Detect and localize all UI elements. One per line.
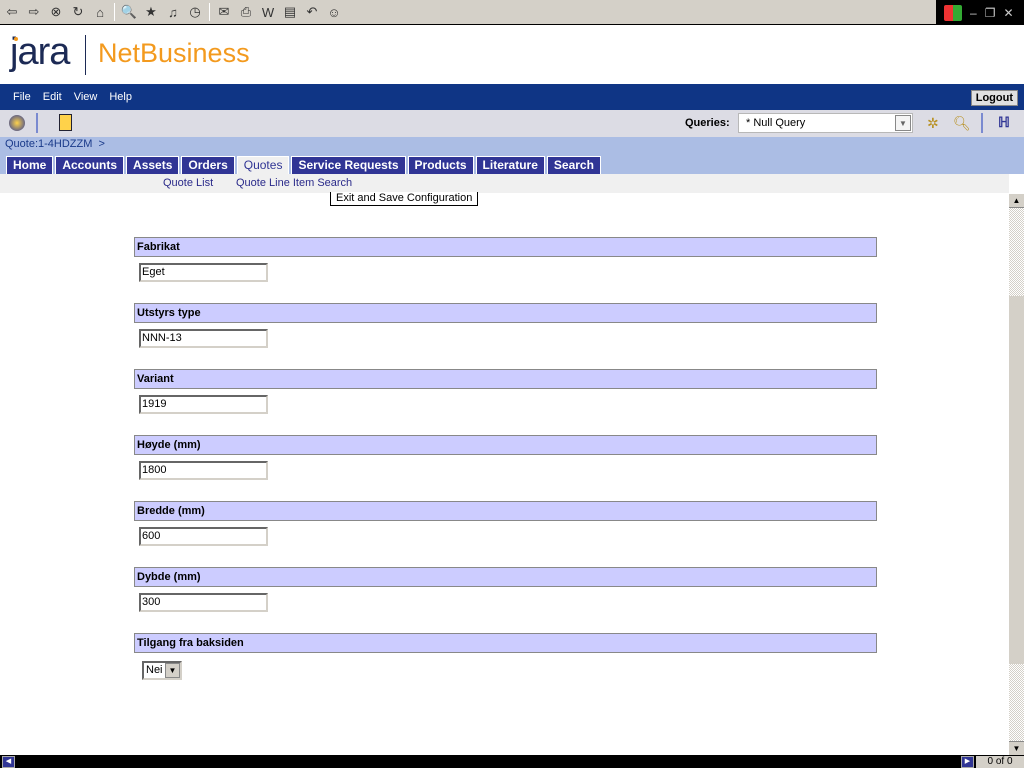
- bottom-bar: [0, 755, 1024, 768]
- messenger-icon[interactable]: ☺: [326, 4, 342, 20]
- menu-edit[interactable]: Edit: [43, 91, 62, 103]
- tab-assets[interactable]: Assets: [126, 156, 180, 174]
- close-icon[interactable]: ✕: [1003, 6, 1013, 20]
- globe-icon[interactable]: [9, 115, 25, 131]
- product-name: NetBusiness: [98, 38, 250, 68]
- next-icon[interactable]: ▶: [961, 756, 974, 768]
- vertical-scrollbar[interactable]: ▲ ▼: [1009, 194, 1024, 755]
- favorites-icon[interactable]: ★: [143, 4, 159, 20]
- sub-navigation: [0, 174, 1009, 193]
- tab-quotes[interactable]: Quotes: [236, 156, 290, 174]
- queries-select[interactable]: * Null Query ▼: [738, 113, 913, 133]
- field-input[interactable]: 1919: [139, 395, 268, 414]
- binoculars-icon[interactable]: ℍ: [998, 114, 1010, 131]
- tab-service-requests[interactable]: Service Requests: [291, 156, 406, 174]
- window-controls: – ❐ ✕: [936, 0, 1024, 25]
- tab-products[interactable]: Products: [407, 156, 474, 174]
- section-header: Dybde (mm): [134, 567, 877, 587]
- queries-selected: * Null Query: [746, 117, 806, 129]
- stop-icon[interactable]: ⊗: [48, 4, 64, 20]
- exit-and-save-button[interactable]: Exit and Save Configuration: [330, 192, 479, 206]
- tab-literature[interactable]: Literature: [475, 156, 545, 174]
- section-header: Variant: [134, 369, 877, 389]
- tilgang-select[interactable]: Nei ▼: [142, 661, 182, 680]
- breadcrumb[interactable]: Quote:1-4HDZZM >: [5, 138, 105, 150]
- field-input[interactable]: 300: [139, 593, 268, 612]
- scroll-up-icon[interactable]: ▲: [1009, 194, 1024, 208]
- record-count: 0 of 0: [976, 756, 1024, 768]
- divider: [981, 113, 983, 133]
- logout-button[interactable]: Logout: [970, 90, 1018, 106]
- section-header: Bredde (mm): [134, 501, 877, 521]
- logo-dot: [14, 37, 18, 41]
- edit-icon[interactable]: W: [260, 4, 276, 20]
- minimize-icon[interactable]: –: [970, 6, 977, 20]
- field-input[interactable]: NNN-13: [139, 329, 268, 348]
- link-quote-line-item-search[interactable]: Quote Line Item Search: [236, 177, 352, 189]
- back-icon[interactable]: ⇦: [4, 4, 20, 20]
- prev-icon[interactable]: ◀: [2, 756, 15, 768]
- menu-bar: File Edit View Help: [0, 84, 1024, 110]
- tab-orders[interactable]: Orders: [181, 156, 235, 174]
- scroll-down-icon[interactable]: ▼: [1009, 741, 1024, 755]
- queries-label: Queries:: [685, 117, 730, 129]
- undo-icon[interactable]: ↶: [304, 4, 320, 20]
- chevron-down-icon[interactable]: ▼: [165, 663, 180, 678]
- discuss-icon[interactable]: ▤: [282, 4, 298, 20]
- section-header: Tilgang fra baksiden: [134, 633, 877, 653]
- print-icon[interactable]: ⎙: [238, 4, 254, 20]
- scroll-thumb[interactable]: [1009, 296, 1024, 664]
- link-quote-list[interactable]: Quote List: [163, 177, 213, 189]
- new-query-icon[interactable]: ✲: [927, 115, 939, 132]
- restore-icon[interactable]: ❐: [985, 6, 996, 20]
- logo-divider: [85, 35, 86, 75]
- field-input[interactable]: 1800: [139, 461, 268, 480]
- brand-logo: jara: [10, 31, 70, 73]
- select-value: Nei: [146, 664, 163, 676]
- tab-accounts[interactable]: Accounts: [55, 156, 125, 174]
- section-header: Høyde (mm): [134, 435, 877, 455]
- tab-search[interactable]: Search: [546, 156, 601, 174]
- divider: [36, 113, 38, 133]
- search-icon[interactable]: 🔍: [121, 4, 137, 20]
- magnifier-icon[interactable]: 🔍︎: [953, 115, 971, 132]
- field-input[interactable]: Eget: [139, 263, 268, 282]
- tab-home[interactable]: Home: [6, 156, 54, 174]
- history-icon[interactable]: ◷: [187, 4, 203, 20]
- divider: [114, 3, 115, 21]
- browser-toolbar: ⇦ ⇨ ⊗ ↻ ⌂ 🔍 ★ ♫ ◷ ✉ ⎙ W ▤ ↶ ☺: [0, 0, 936, 25]
- field-input[interactable]: 600: [139, 527, 268, 546]
- section-header: Fabrikat: [134, 237, 877, 257]
- home-icon[interactable]: ⌂: [92, 4, 108, 20]
- section-header: Utstyrs type: [134, 303, 877, 323]
- report-icon[interactable]: [59, 114, 72, 131]
- forward-icon[interactable]: ⇨: [26, 4, 42, 20]
- menu-view[interactable]: View: [74, 91, 98, 103]
- media-icon[interactable]: ♫: [165, 4, 181, 20]
- tab-bar: Home Accounts Assets Orders Quotes Service Re…: [6, 156, 601, 174]
- windows-logo-icon: [944, 4, 962, 21]
- menu-file[interactable]: File: [13, 91, 31, 103]
- menu-help[interactable]: Help: [109, 91, 132, 103]
- chevron-down-icon[interactable]: ▼: [895, 115, 911, 131]
- refresh-icon[interactable]: ↻: [70, 4, 86, 20]
- mail-icon[interactable]: ✉: [216, 4, 232, 20]
- divider: [209, 3, 210, 21]
